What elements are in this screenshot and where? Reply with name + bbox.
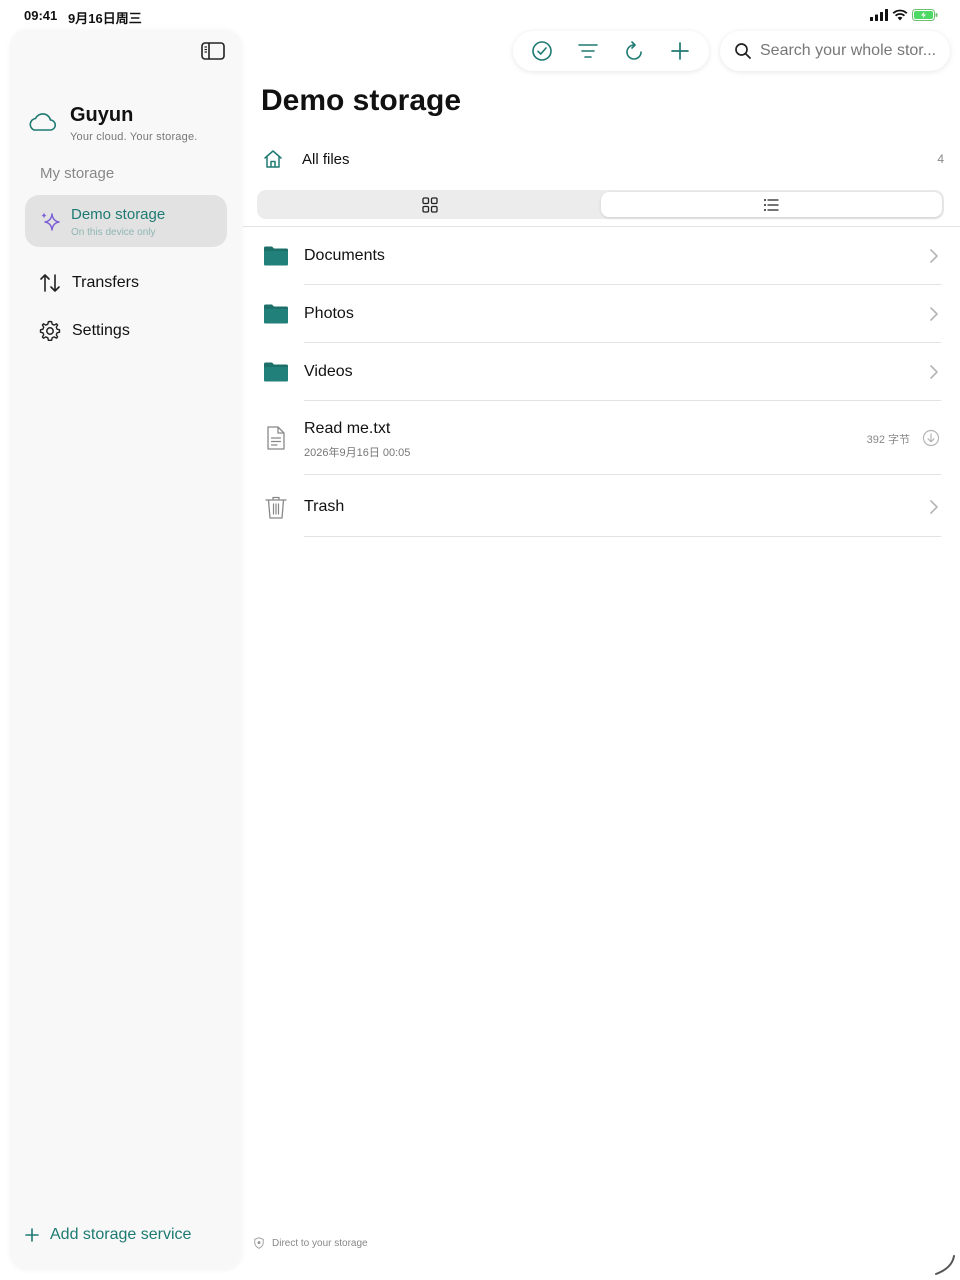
plus-icon xyxy=(25,1228,39,1242)
signal-icon xyxy=(870,9,888,21)
chevron-right-icon xyxy=(930,249,938,263)
shield-icon xyxy=(254,1237,264,1249)
chevron-right-icon xyxy=(930,500,938,514)
loading-spinner-icon xyxy=(935,1255,955,1275)
grid-view-tab[interactable] xyxy=(259,192,601,217)
folder-icon xyxy=(264,246,288,266)
row-divider xyxy=(304,536,941,537)
sidebar-toggle-icon xyxy=(201,42,225,60)
search-input[interactable] xyxy=(760,42,940,60)
item-name: Videos xyxy=(304,363,353,380)
item-name: Read me.txt xyxy=(304,420,391,437)
wifi-icon xyxy=(892,9,908,21)
sparkle-icon xyxy=(41,212,60,231)
search-box xyxy=(720,31,950,71)
refresh-icon xyxy=(626,41,642,60)
add-icon xyxy=(671,42,689,60)
grid-icon xyxy=(422,196,438,213)
battery-charging-icon xyxy=(912,9,938,21)
list-item-photos[interactable]: Photos xyxy=(243,285,960,343)
brand: Guyun Your cloud. Your storage. xyxy=(26,104,198,143)
status-icons xyxy=(870,9,938,21)
refresh-button[interactable] xyxy=(620,37,648,65)
status-bar: 09:41 9月16日周三 xyxy=(0,0,960,30)
item-date: 2026年9月16日 00:05 xyxy=(304,447,411,459)
transfer-arrows-icon xyxy=(40,274,60,292)
breadcrumb-all-files[interactable]: All files 4 xyxy=(262,146,946,172)
sidebar: Guyun Your cloud. Your storage. My stora… xyxy=(10,30,242,1270)
sidebar-item-settings[interactable]: Settings xyxy=(38,316,130,346)
storage-subtitle: On this device only xyxy=(71,227,156,238)
file-list: Documents Photos Videos Read me.txt 2026… xyxy=(243,227,960,537)
page-title: Demo storage xyxy=(261,84,462,117)
sort-button[interactable] xyxy=(574,37,602,65)
section-label-my-storage: My storage xyxy=(40,165,115,182)
add-storage-service-button[interactable]: Add storage service xyxy=(24,1226,191,1244)
breadcrumb-label: All files xyxy=(302,150,350,168)
sidebar-toggle-button[interactable] xyxy=(200,40,226,62)
chevron-right-icon xyxy=(930,365,938,379)
item-name: Documents xyxy=(304,247,385,264)
status-date: 9月16日周三 xyxy=(68,11,142,26)
brand-tagline: Your cloud. Your storage. xyxy=(70,131,198,143)
list-item-read-me[interactable]: Read me.txt 2026年9月16日 00:05 392 字节 xyxy=(243,401,960,475)
list-view-tab[interactable] xyxy=(600,192,942,217)
download-icon[interactable] xyxy=(922,429,940,447)
sidebar-item-demo-storage[interactable]: Demo storage On this device only xyxy=(25,195,227,247)
home-icon xyxy=(264,150,282,168)
folder-icon xyxy=(264,362,288,382)
select-button[interactable] xyxy=(528,37,556,65)
search-icon xyxy=(735,43,751,59)
storage-name: Demo storage xyxy=(71,206,166,223)
item-name: Trash xyxy=(304,498,345,515)
item-size: 392 字节 xyxy=(866,434,910,446)
trash-icon xyxy=(265,496,287,519)
cloud-icon xyxy=(29,113,57,131)
status-time: 09:41 xyxy=(24,8,58,23)
add-storage-service-label: Add storage service xyxy=(50,1226,192,1243)
sort-filter-icon xyxy=(578,44,598,58)
list-item-documents[interactable]: Documents xyxy=(243,227,960,285)
list-icon xyxy=(764,198,779,211)
sidebar-item-label: Transfers xyxy=(72,274,139,291)
document-icon xyxy=(267,426,285,450)
toolbar xyxy=(513,31,709,71)
footer-note: Direct to your storage xyxy=(254,1237,368,1249)
sidebar-item-transfers[interactable]: Transfers xyxy=(38,268,139,298)
list-item-trash[interactable]: Trash xyxy=(243,475,960,537)
item-name: Photos xyxy=(304,305,354,322)
list-item-videos[interactable]: Videos xyxy=(243,343,960,401)
chevron-right-icon xyxy=(930,307,938,321)
item-count: 4 xyxy=(937,152,944,166)
folder-icon xyxy=(264,304,288,324)
brand-name: Guyun xyxy=(70,104,134,126)
add-button[interactable] xyxy=(666,37,694,65)
view-mode-switcher xyxy=(257,190,944,219)
select-check-icon xyxy=(532,41,552,61)
gear-icon xyxy=(39,320,61,341)
sidebar-item-label: Settings xyxy=(72,322,130,339)
footer-note-text: Direct to your storage xyxy=(272,1237,368,1249)
